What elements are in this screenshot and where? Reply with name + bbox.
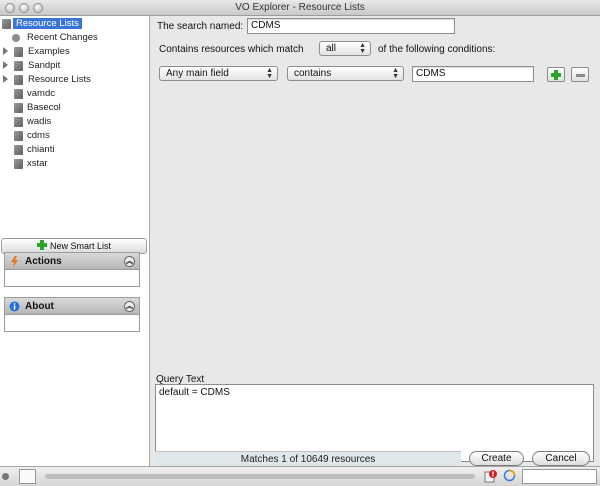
select-arrows-icon: ▲ ▼	[392, 67, 399, 80]
actions-panel-title: Actions	[25, 256, 62, 267]
minimize-window-button[interactable]	[19, 3, 29, 13]
tree-item-recent-changes[interactable]: Recent Changes	[12, 31, 98, 44]
status-field[interactable]	[522, 469, 597, 484]
condition-value-input[interactable]: CDMS	[412, 66, 534, 82]
status-box[interactable]	[19, 469, 36, 484]
add-condition-button[interactable]	[547, 67, 565, 82]
select-arrows-icon: ▲ ▼	[266, 67, 273, 80]
title-bar: VO Explorer - Resource Lists	[0, 0, 600, 16]
tree-item-label: Basecol	[27, 102, 61, 113]
folder-icon	[14, 61, 23, 71]
tree-item-label: xstar	[27, 158, 48, 169]
condition-operator-select[interactable]: contains ▲ ▼	[287, 66, 404, 81]
search-editor: The search named: CDMS Contains resource…	[151, 16, 600, 466]
resource-tree: Resource Lists Recent Changes Examples S…	[0, 16, 149, 221]
tree-item-cdms[interactable]: cdms	[14, 129, 50, 142]
folder-icon	[14, 75, 23, 85]
create-button[interactable]: Create	[469, 451, 524, 466]
tree-item-label: vamdc	[27, 88, 55, 99]
collapse-icon[interactable]: ︽	[124, 256, 135, 267]
contains-suffix-label: of the following conditions:	[378, 44, 496, 55]
document-icon	[2, 19, 11, 29]
tree-item-wadis[interactable]: wadis	[14, 115, 51, 128]
contains-prefix-label: Contains resources which match	[159, 44, 304, 55]
tree-item-label: Recent Changes	[27, 32, 98, 43]
activity-icon[interactable]	[503, 469, 516, 482]
new-smart-list-label: New Smart List	[49, 241, 111, 251]
tree-item-label: Sandpit	[28, 60, 61, 71]
document-icon	[14, 131, 23, 141]
document-icon	[14, 159, 23, 169]
close-window-button[interactable]	[5, 3, 15, 13]
about-panel-header[interactable]: About ︽	[5, 298, 139, 315]
tree-item-label: Examples	[28, 46, 70, 57]
cancel-button[interactable]: Cancel	[532, 451, 590, 466]
search-name-input[interactable]: CDMS	[247, 18, 455, 34]
tree-item-resource-lists[interactable]: Resource Lists	[3, 73, 91, 86]
minus-icon	[576, 74, 585, 77]
actions-panel-body	[5, 270, 139, 286]
tree-item-label: wadis	[27, 116, 52, 127]
condition-field-select[interactable]: Any main field ▲ ▼	[159, 66, 278, 81]
document-icon	[14, 117, 23, 127]
document-icon	[14, 89, 23, 99]
document-icon	[14, 145, 23, 155]
disclosure-triangle-icon[interactable]	[3, 75, 8, 83]
actions-panel: Actions ︽	[4, 252, 140, 287]
tree-item-sandpit[interactable]: Sandpit	[3, 59, 60, 72]
match-mode-select[interactable]: all ▲ ▼	[319, 41, 371, 56]
disclosure-triangle-icon[interactable]	[3, 47, 8, 55]
zoom-window-button[interactable]	[33, 3, 43, 13]
info-icon	[9, 301, 20, 312]
status-bar	[0, 466, 600, 486]
tree-item-resource-lists-root[interactable]: Resource Lists	[2, 17, 82, 30]
collapse-icon[interactable]: ︽	[124, 301, 135, 312]
window-title: VO Explorer - Resource Lists	[235, 2, 365, 13]
tree-item-label: Resource Lists	[13, 18, 82, 29]
match-mode-value: all	[326, 43, 337, 54]
plus-icon	[36, 240, 47, 250]
match-count-status: Matches 1 of 10649 resources	[155, 451, 461, 466]
error-icon[interactable]	[484, 469, 498, 483]
condition-field-value: Any main field	[166, 68, 229, 79]
tree-item-xstar[interactable]: xstar	[14, 157, 48, 170]
sidebar: Resource Lists Recent Changes Examples S…	[0, 16, 150, 466]
remove-condition-button[interactable]	[571, 67, 589, 82]
select-arrows-icon: ▲ ▼	[359, 42, 366, 55]
tree-item-label: Resource Lists	[28, 74, 91, 85]
progress-track	[45, 474, 475, 479]
tree-item-label: cdms	[27, 130, 50, 141]
disclosure-triangle-icon[interactable]	[3, 61, 8, 69]
condition-operator-value: contains	[294, 68, 332, 79]
about-panel-title: About	[25, 301, 54, 312]
actions-panel-header[interactable]: Actions ︽	[5, 253, 139, 270]
tree-item-label: chianti	[27, 144, 55, 155]
tree-item-vamdc[interactable]: vamdc	[14, 87, 55, 100]
search-name-label: The search named:	[157, 21, 244, 32]
about-panel-body	[5, 315, 139, 331]
folder-icon	[14, 47, 23, 57]
tree-item-basecol[interactable]: Basecol	[14, 101, 61, 114]
recent-changes-icon	[12, 34, 20, 42]
lightning-icon	[11, 256, 18, 267]
document-icon	[14, 103, 23, 113]
about-panel: About ︽	[4, 297, 140, 332]
tree-item-examples[interactable]: Examples	[3, 45, 70, 58]
tree-item-chianti[interactable]: chianti	[14, 143, 54, 156]
window-controls	[5, 3, 43, 13]
plus-icon	[551, 70, 561, 80]
status-indicator-icon	[2, 473, 9, 480]
